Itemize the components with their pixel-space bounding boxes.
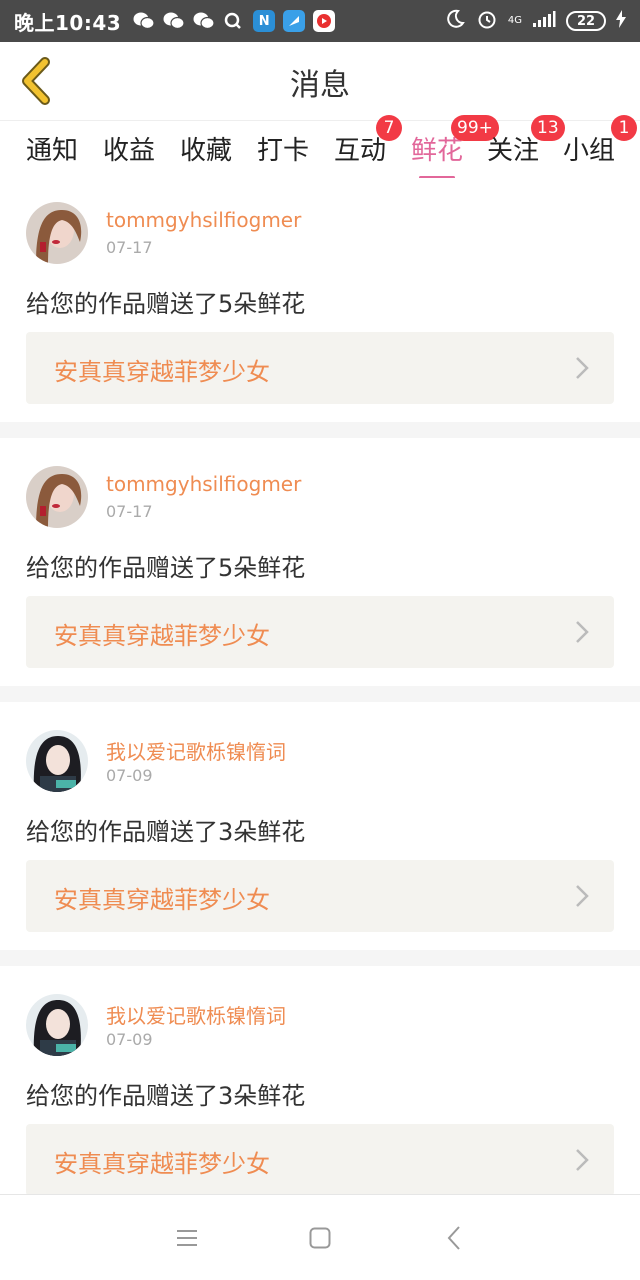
chevron-right-icon bbox=[576, 621, 589, 643]
unread-badge: 7 bbox=[376, 115, 402, 141]
wechat-icon bbox=[163, 10, 185, 32]
status-indicators: 4G 22 bbox=[444, 8, 626, 34]
tab-favorites[interactable]: 收藏 bbox=[180, 131, 232, 171]
search-icon bbox=[223, 10, 245, 32]
work-link[interactable]: 安真真穿越菲梦少女 bbox=[26, 332, 614, 404]
message-list: tommgyhsilfiogmer 07-17 给您的作品赠送了5朵鲜花 安真真… bbox=[0, 178, 640, 1194]
divider bbox=[0, 950, 640, 966]
work-title: 安真真穿越菲梦少女 bbox=[54, 886, 270, 914]
back-nav-button[interactable] bbox=[437, 1221, 471, 1255]
tab-flowers[interactable]: 鲜花 99+ bbox=[411, 115, 499, 179]
app-header: 消息 bbox=[0, 42, 640, 120]
menu-icon bbox=[177, 1230, 197, 1246]
message-text: 给您的作品赠送了5朵鲜花 bbox=[26, 290, 306, 318]
page-title: 消息 bbox=[290, 68, 350, 103]
unread-badge: 13 bbox=[531, 115, 565, 141]
sender-name[interactable]: 我以爱记歌栎镍惰词 bbox=[106, 736, 286, 765]
chevron-left-icon bbox=[447, 1226, 460, 1250]
message-text: 给您的作品赠送了3朵鲜花 bbox=[26, 1082, 306, 1110]
chevron-right-icon bbox=[576, 357, 589, 379]
signal-icon bbox=[532, 10, 556, 32]
work-title: 安真真穿越菲梦少女 bbox=[54, 622, 270, 650]
avatar[interactable] bbox=[26, 994, 88, 1056]
work-link[interactable]: 安真真穿越菲梦少女 bbox=[26, 860, 614, 932]
divider bbox=[0, 686, 640, 702]
chevron-right-icon bbox=[576, 1149, 589, 1171]
menu-button[interactable] bbox=[170, 1221, 204, 1255]
status-bar: 晚上10:43 N 4G 22 bbox=[0, 0, 640, 42]
tab-interactions[interactable]: 互动 7 bbox=[334, 115, 402, 171]
message-date: 07-09 bbox=[106, 1030, 153, 1049]
unread-badge: 1 bbox=[611, 115, 637, 141]
battery-level: 22 bbox=[566, 11, 606, 31]
system-nav-bar bbox=[0, 1194, 640, 1280]
avatar[interactable] bbox=[26, 202, 88, 264]
message-date: 07-17 bbox=[106, 502, 153, 521]
n-app-icon: N bbox=[253, 10, 276, 32]
message-date: 07-17 bbox=[106, 238, 153, 257]
square-icon bbox=[309, 1227, 331, 1249]
list-item: tommgyhsilfiogmer 07-17 给您的作品赠送了5朵鲜花 安真真… bbox=[0, 438, 640, 686]
status-time: 晚上10:43 bbox=[14, 10, 122, 35]
message-text: 给您的作品赠送了5朵鲜花 bbox=[26, 554, 306, 582]
tab-notifications[interactable]: 通知 bbox=[26, 131, 78, 171]
message-date: 07-09 bbox=[106, 766, 153, 785]
tab-groups[interactable]: 小组 1 bbox=[563, 115, 637, 171]
work-title: 安真真穿越菲梦少女 bbox=[54, 358, 270, 386]
avatar[interactable] bbox=[26, 466, 88, 528]
note-app-icon bbox=[283, 10, 306, 32]
wechat-icon bbox=[133, 10, 155, 32]
sender-name[interactable]: tommgyhsilfiogmer bbox=[106, 208, 301, 232]
tab-checkin[interactable]: 打卡 bbox=[257, 131, 309, 171]
wechat-icon bbox=[193, 10, 215, 32]
network-type: 4G bbox=[507, 15, 522, 26]
alarm-icon bbox=[476, 8, 498, 34]
battery-indicator: 22 bbox=[566, 11, 606, 31]
message-text: 给您的作品赠送了3朵鲜花 bbox=[26, 818, 306, 846]
moon-icon bbox=[444, 8, 466, 34]
sender-name[interactable]: 我以爱记歌栎镍惰词 bbox=[106, 1000, 286, 1029]
divider bbox=[0, 422, 640, 438]
message-tabs: 通知 收益 收藏 打卡 互动 7 鲜花 99+ 关注 13 小组 1 bbox=[0, 115, 640, 179]
tab-following[interactable]: 关注 13 bbox=[487, 115, 565, 171]
home-button[interactable] bbox=[303, 1221, 337, 1255]
list-item: 我以爱记歌栎镍惰词 07-09 给您的作品赠送了3朵鲜花 安真真穿越菲梦少女 bbox=[0, 966, 640, 1194]
list-item: tommgyhsilfiogmer 07-17 给您的作品赠送了5朵鲜花 安真真… bbox=[0, 178, 640, 422]
sender-name[interactable]: tommgyhsilfiogmer bbox=[106, 472, 301, 496]
chevron-right-icon bbox=[576, 885, 589, 907]
charging-icon bbox=[616, 10, 626, 32]
avatar[interactable] bbox=[26, 730, 88, 792]
video-app-icon bbox=[313, 10, 336, 32]
work-link[interactable]: 安真真穿越菲梦少女 bbox=[26, 1124, 614, 1194]
work-title: 安真真穿越菲梦少女 bbox=[54, 1150, 270, 1178]
tab-earnings[interactable]: 收益 bbox=[103, 131, 155, 171]
list-item: 我以爱记歌栎镍惰词 07-09 给您的作品赠送了3朵鲜花 安真真穿越菲梦少女 bbox=[0, 702, 640, 950]
notification-icons: N bbox=[133, 10, 336, 32]
work-link[interactable]: 安真真穿越菲梦少女 bbox=[26, 596, 614, 668]
